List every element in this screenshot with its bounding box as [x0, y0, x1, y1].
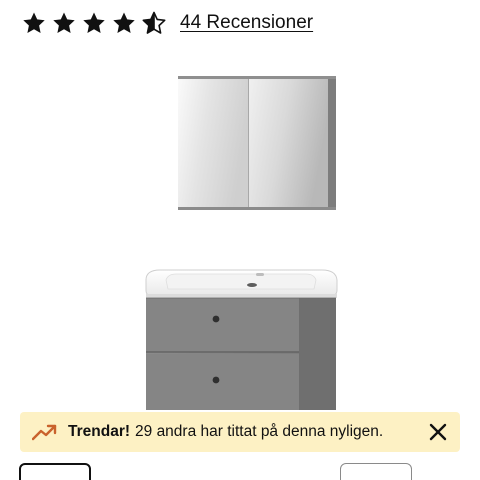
star-icon — [83, 12, 105, 33]
trending-notice: Trendar! 29 andra har tittat på denna ny… — [20, 412, 460, 452]
mirror-cabinet — [178, 76, 336, 210]
star-icon — [113, 12, 135, 33]
star-icon — [23, 12, 45, 33]
product-image — [145, 76, 338, 410]
rating-stars — [22, 11, 166, 35]
notice-text: 29 andra har tittat på denna nyligen. — [135, 423, 384, 440]
half-star-icon — [142, 11, 166, 34]
thumbnail-selected[interactable] — [19, 463, 91, 480]
notice-title: Trendar! — [68, 423, 131, 440]
star-icon — [53, 12, 75, 33]
close-icon[interactable] — [428, 422, 448, 442]
trend-up-icon — [32, 424, 57, 441]
washbasin — [145, 269, 338, 298]
reviews-link[interactable]: 44 Recensioner — [180, 12, 313, 34]
thumbnail[interactable] — [340, 463, 412, 480]
product-rating[interactable]: 44 Recensioner — [22, 8, 313, 38]
vanity-cabinet — [146, 297, 336, 410]
